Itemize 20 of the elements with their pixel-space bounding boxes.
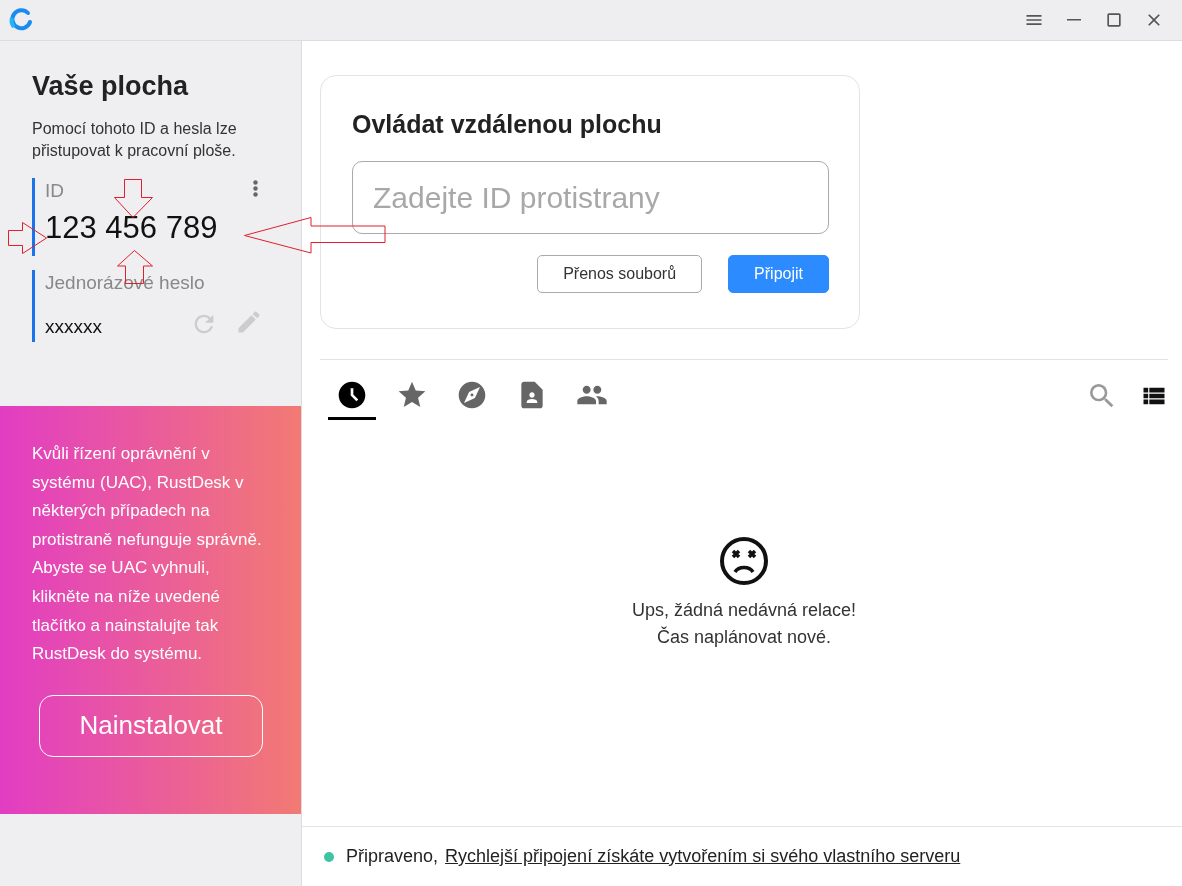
card-title: Ovládat vzdálenou plochu — [352, 110, 663, 139]
dizzy-face-icon — [718, 535, 770, 587]
maximize-icon — [1104, 10, 1124, 30]
sidebar-description: Pomocí tohoto ID a hesla lze přistupovat k pracovní ploše. — [32, 119, 238, 161]
install-message: Kvůli řízení oprávnění v systému (UAC), RustDesk v některých případech na protistraně nefunguje správně. Abyste se UAC vyhnuli, klikněte na níže uvedené tlačítko a nainstalujte tak RustDesk do systému. — [32, 443, 263, 666]
id-label: ID — [45, 179, 64, 202]
status-text: Připraveno, — [346, 846, 439, 867]
logo-icon — [8, 7, 34, 33]
password-value: xxxxxx — [45, 316, 102, 339]
id-input-field[interactable]: Zadejte ID protistrany — [352, 161, 829, 234]
empty-message: Ups, žádná nedávná relace! Čas naplánovat nové. — [631, 599, 857, 649]
password-label: Jednorázové heslo — [45, 271, 205, 294]
sidebar-title: Vaše plocha — [32, 71, 190, 102]
more-icon — [253, 180, 258, 197]
more-button[interactable] — [253, 180, 258, 197]
id-value: 123 456 789 — [45, 210, 218, 247]
arrow-annotation — [8, 222, 48, 254]
server-link[interactable]: Rychlejší připojení získáte vytvořením si svého vlastního serveru — [445, 846, 961, 867]
minimize-icon — [1067, 19, 1081, 21]
file-transfer-button[interactable]: Přenos souborů — [537, 255, 703, 293]
